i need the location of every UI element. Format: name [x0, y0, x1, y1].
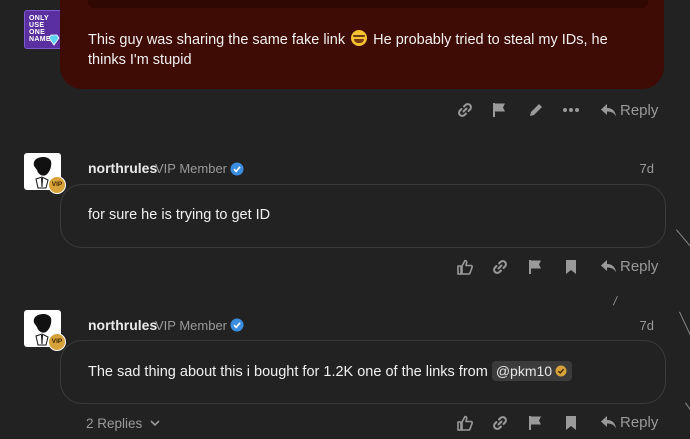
show-replies-button[interactable]: 2 Replies [86, 416, 160, 431]
previous-content-strip [88, 0, 648, 8]
flag-icon[interactable] [527, 414, 545, 432]
post-text: for sure he is trying to get ID [88, 207, 271, 223]
bookmark-icon[interactable] [562, 414, 580, 432]
user-role: VIP Member [155, 161, 228, 176]
flag-icon[interactable] [491, 101, 509, 119]
link-icon[interactable] [456, 101, 474, 119]
reply-icon [601, 104, 616, 117]
bookmark-icon[interactable] [562, 258, 580, 276]
vip-badge: VIP [48, 176, 66, 194]
verified-icon [230, 318, 244, 332]
gem-badge-icon [48, 34, 60, 46]
post-text: This guy was sharing the same fake link … [88, 30, 608, 68]
avatar[interactable]: VIP [24, 310, 66, 351]
verified-icon [230, 162, 244, 176]
like-icon[interactable] [456, 258, 474, 276]
decorative-line [676, 229, 690, 250]
flag-icon[interactable] [527, 258, 545, 276]
post-time[interactable]: 7d [640, 318, 654, 333]
link-icon[interactable] [491, 414, 509, 432]
decorative-line [685, 402, 690, 420]
reply-icon [601, 416, 616, 429]
verified-gold-icon [555, 365, 567, 377]
like-icon[interactable] [456, 414, 474, 432]
post-time[interactable]: 7d [640, 161, 654, 176]
avatar[interactable]: VIP [24, 153, 66, 194]
more-icon[interactable] [562, 101, 580, 119]
username[interactable]: northrules [88, 160, 157, 176]
username[interactable]: northrules [88, 317, 157, 333]
post-text: The sad thing about this i bought for 1.… [88, 361, 648, 382]
reply-icon [601, 260, 616, 273]
user-mention[interactable]: @pkm10 [491, 361, 573, 381]
link-icon[interactable] [491, 258, 509, 276]
decorative-line [679, 311, 690, 342]
decorative-line [612, 296, 618, 306]
user-role: VIP Member [155, 318, 228, 333]
joy-emoji-icon [351, 30, 368, 46]
edit-icon[interactable] [527, 101, 545, 119]
chevron-down-icon [150, 420, 160, 427]
avatar[interactable]: ONLY USE ONE NAME [24, 10, 63, 49]
